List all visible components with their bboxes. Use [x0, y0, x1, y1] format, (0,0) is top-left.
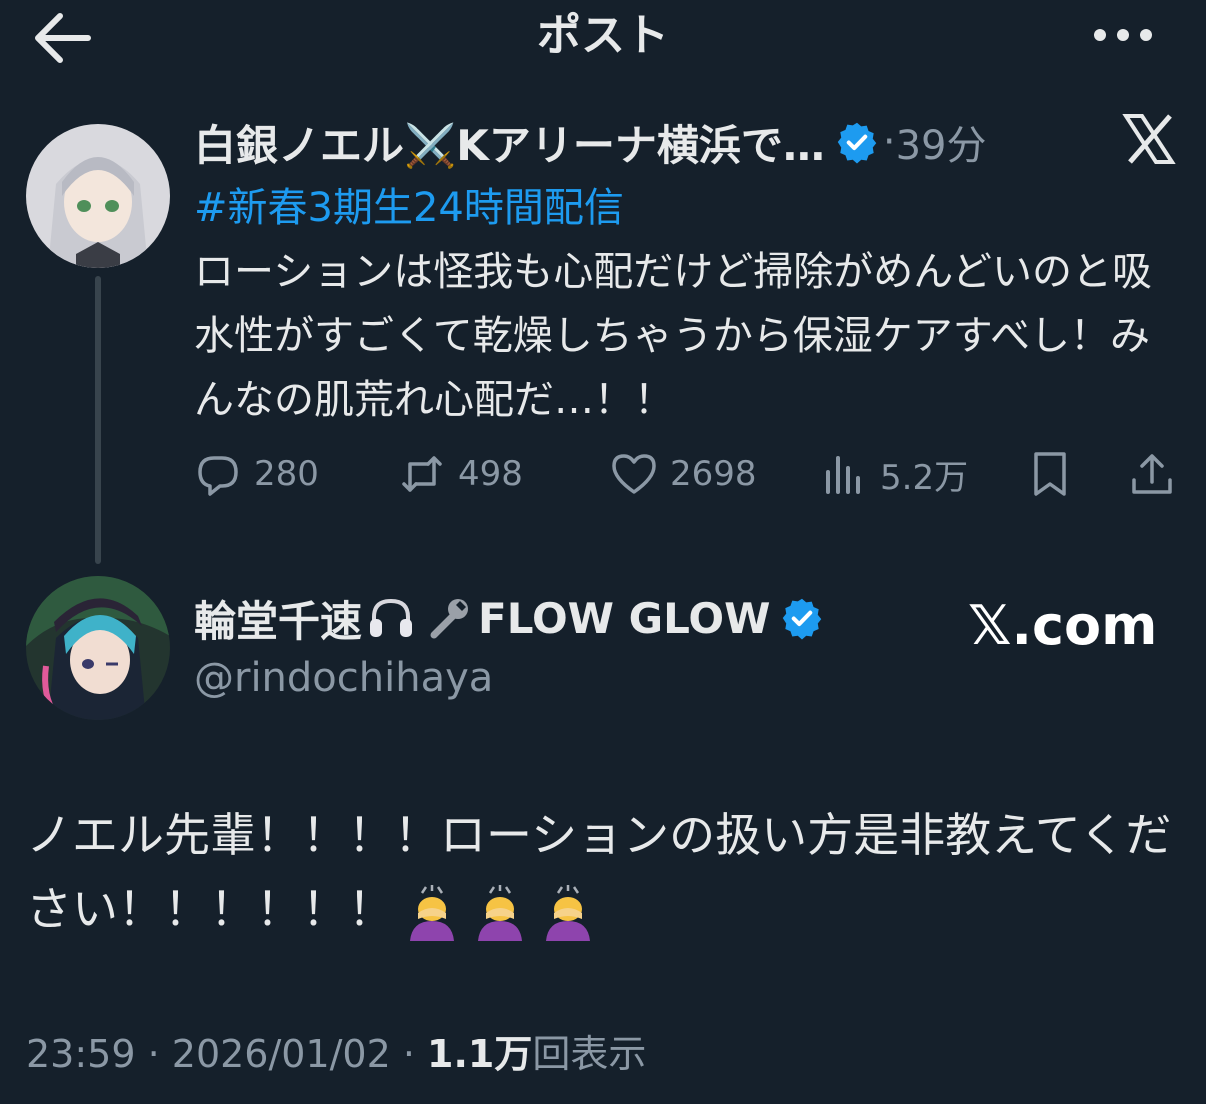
post-date[interactable]: 2026/01/02	[172, 1032, 391, 1076]
watermark: 𝕏.com	[968, 594, 1158, 657]
views-icon	[826, 456, 860, 494]
bowing-person-icon	[410, 884, 454, 941]
views-count: 5.2万	[880, 457, 969, 498]
bookmark-icon	[1034, 452, 1066, 496]
reply-icon	[198, 456, 238, 496]
bookmark-button[interactable]	[1026, 446, 1074, 502]
post-text: ノエル先輩！！！！ローションの扱い方是非教えてください！！！！！！	[26, 798, 1176, 946]
share-icon	[1132, 454, 1172, 494]
post-time[interactable]: 39分	[896, 113, 987, 171]
post-meta: 23:59 · 2026/01/02 · 1.1万回表示	[26, 1024, 646, 1084]
post-timestamp[interactable]: 23:59	[26, 1032, 136, 1076]
headphones-icon	[370, 598, 413, 637]
author-name-suffix[interactable]: FLOW GLOW	[478, 594, 770, 643]
like-icon	[612, 454, 656, 494]
like-button[interactable]: 2698	[610, 446, 757, 502]
repost-count: 498	[458, 454, 523, 494]
more-icon	[1094, 29, 1152, 41]
wrench-icon	[430, 599, 469, 639]
view-count-label: 回表示	[532, 1032, 647, 1076]
post-text-content: ノエル先輩！！！！ローションの扱い方是非教えてください！！！！！！	[26, 808, 1172, 936]
repost-icon	[402, 456, 442, 492]
parent-author-row[interactable]: 白銀ノエル⚔️Kアリーナ横浜で… · 39分	[194, 110, 986, 174]
reply-button[interactable]: 280	[194, 446, 319, 502]
thread-line	[95, 276, 101, 564]
more-button[interactable]	[1088, 10, 1158, 60]
hashtag-link[interactable]: #新春3期生24時間配信	[194, 180, 624, 236]
page-title: ポスト	[537, 10, 669, 61]
author-name[interactable]: 白銀ノエル⚔️Kアリーナ横浜で…	[194, 112, 825, 173]
view-count: 1.1万	[427, 1032, 533, 1076]
reply-count: 280	[254, 454, 319, 494]
verified-icon	[783, 598, 822, 640]
main-author-row[interactable]: 輪堂千速 FLOW GLOW	[194, 588, 824, 648]
x-logo-icon	[1122, 112, 1176, 166]
meta-separator: ·	[390, 1032, 428, 1076]
avatar[interactable]	[26, 576, 170, 720]
avatar[interactable]	[26, 124, 170, 268]
verified-icon	[837, 122, 877, 164]
author-name[interactable]: 輪堂千速	[194, 588, 362, 649]
time-separator: ·	[882, 119, 896, 165]
bowing-person-icon	[478, 884, 522, 941]
share-button[interactable]	[1128, 446, 1176, 502]
author-handle[interactable]: @rindochihaya	[194, 650, 493, 706]
meta-separator: ·	[135, 1032, 172, 1076]
like-count: 2698	[670, 454, 757, 494]
repost-button[interactable]: 498	[398, 446, 523, 502]
bowing-person-icon	[546, 884, 590, 941]
views-button[interactable]: 5.2万	[820, 446, 968, 502]
post-text: ローションは怪我も心配だけど掃除がめんどいのと吸水性がすごくて乾燥しちゃうから保…	[194, 249, 1152, 423]
